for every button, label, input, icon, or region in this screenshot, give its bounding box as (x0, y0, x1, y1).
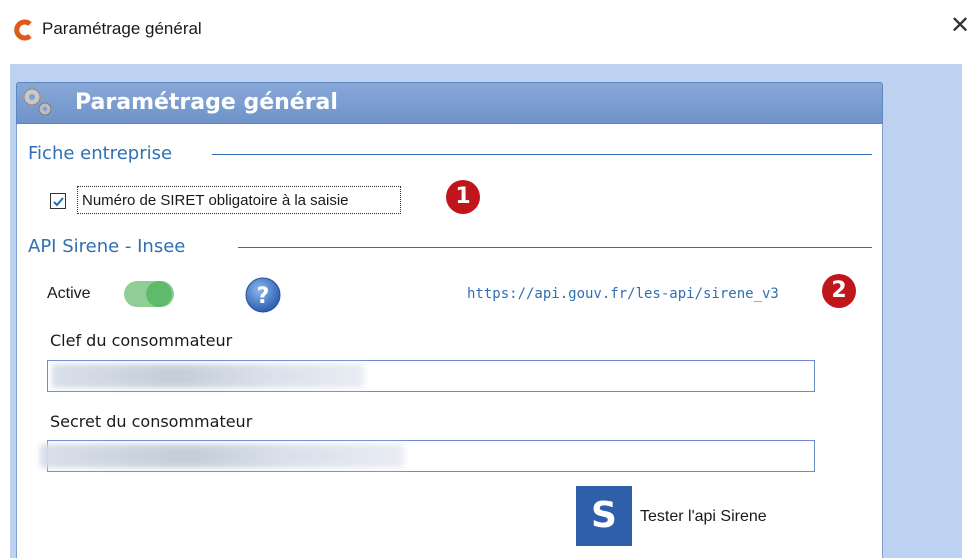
section-title-api-sirene: API Sirene - Insee (28, 236, 186, 257)
section-title-fiche-entreprise: Fiche entreprise (28, 143, 173, 164)
callout-badge-1: 1 (446, 180, 480, 214)
close-icon[interactable]: ✕ (950, 14, 970, 38)
siret-required-label[interactable]: Numéro de SIRET obligatoire à la saisie (77, 186, 401, 214)
active-label: Active (47, 285, 91, 302)
checkmark-icon (53, 197, 64, 207)
redacted-consumer-key (52, 364, 364, 388)
consumer-secret-label: Secret du consommateur (50, 412, 253, 431)
window-titlebar: Paramétrage général ✕ (0, 0, 972, 58)
svg-text:?: ? (257, 284, 270, 309)
sirene-s-icon[interactable]: S (576, 486, 632, 546)
callout-badge-2: 2 (822, 274, 856, 308)
help-icon[interactable]: ? (243, 276, 283, 314)
api-sirene-link[interactable]: https://api.gouv.fr/les-api/sirene_v3 (467, 286, 779, 302)
gears-icon (21, 86, 52, 116)
section-divider (238, 247, 872, 248)
siret-required-checkbox[interactable] (50, 193, 66, 209)
active-toggle-knob[interactable] (146, 281, 172, 307)
panel-title: Paramétrage général (75, 90, 338, 115)
app-logo-icon (14, 19, 32, 41)
consumer-key-label: Clef du consommateur (50, 331, 233, 350)
redacted-consumer-secret (40, 444, 404, 468)
test-api-sirene-label[interactable]: Tester l'api Sirene (640, 508, 767, 526)
section-divider (212, 154, 872, 155)
window-title: Paramétrage général (42, 19, 202, 38)
